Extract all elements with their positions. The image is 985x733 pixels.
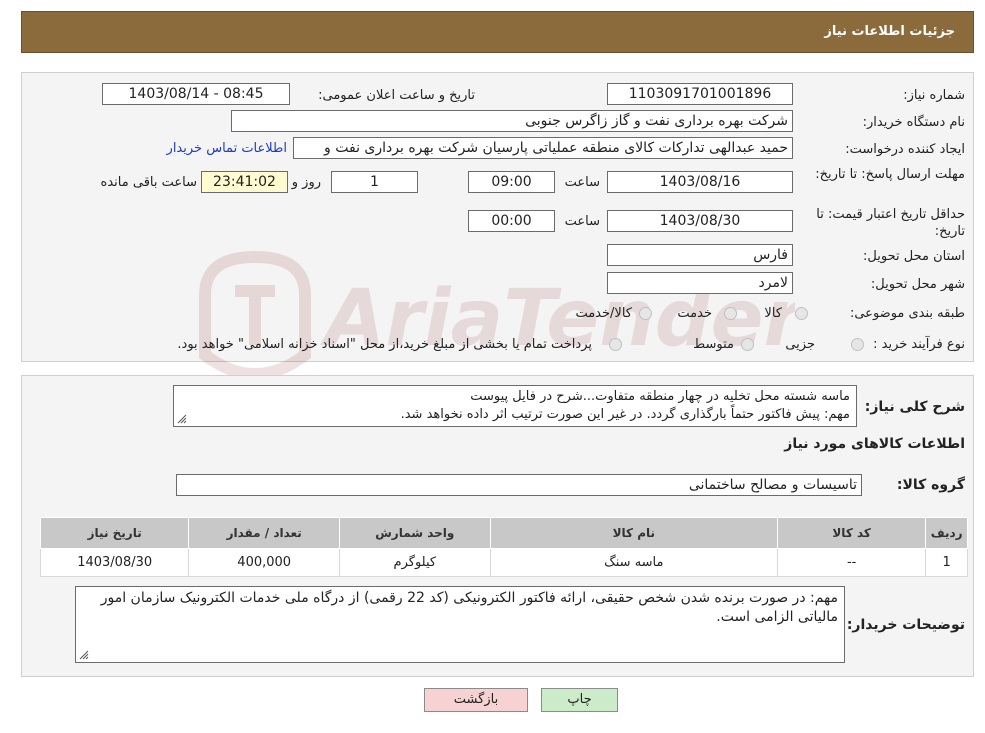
- back-button[interactable]: بازگشت: [424, 688, 528, 712]
- treasury-payment-checkbox[interactable]: [609, 338, 622, 351]
- cell-unit: کیلوگرم: [339, 548, 491, 577]
- cell-goods-name: ماسه سنگ: [489, 548, 778, 577]
- price-validity-time-field: 00:00: [468, 210, 555, 232]
- goods-info-title: اطلاعات کالاهای مورد نیاز: [784, 436, 965, 452]
- buyer-contact-link[interactable]: اطلاعات تماس خریدار: [167, 141, 287, 156]
- need-description-line-2: مهم: پیش فاکتور حتماً بارگذاری گردد. در …: [400, 407, 850, 422]
- deadline-label: مهلت ارسال پاسخ: تا تاریخ:: [815, 167, 965, 182]
- goods-table-header: ردیف کد کالا نام کالا واحد شمارش تعداد /…: [39, 517, 968, 549]
- cell-row-number: 1: [925, 548, 968, 577]
- table-row: 1 -- ماسه سنگ کیلوگرم 400,000 1403/08/30: [39, 548, 968, 577]
- announce-date-label: تاریخ و ساعت اعلان عمومی:: [318, 88, 475, 103]
- treasury-payment-note: پرداخت تمام یا بخشی از مبلغ خرید،از محل …: [177, 337, 592, 352]
- buyer-notes-label: توضیحات خریدار:: [846, 617, 965, 633]
- price-validity-date-field: 1403/08/30: [607, 210, 793, 232]
- buyer-org-field: شرکت بهره برداری نفت و گاز زاگرس جنوبی: [231, 110, 793, 132]
- creator-field: حمید عبدالهی تدارکات کالای منطقه عملیاتی…: [293, 137, 793, 159]
- resize-handle-icon[interactable]: [177, 414, 187, 424]
- print-button[interactable]: چاپ: [541, 688, 618, 712]
- remaining-time-label: ساعت باقی مانده: [100, 175, 197, 190]
- purchase-minor-label: جزیی: [785, 337, 815, 352]
- goods-group-field: تاسیسات و مصالح ساختمانی: [176, 474, 862, 496]
- col-quantity: تعداد / مقدار: [188, 517, 340, 549]
- buyer-org-label: نام دستگاه خریدار:: [862, 115, 965, 130]
- purchase-medium-radio[interactable]: [741, 338, 754, 351]
- category-service-label: خدمت: [677, 306, 712, 321]
- col-goods-name: نام کالا: [489, 517, 778, 549]
- need-number-label: شماره نیاز:: [903, 88, 965, 103]
- col-unit: واحد شمارش: [339, 517, 491, 549]
- deadline-time-field: 09:00: [468, 171, 555, 193]
- city-field: لامرد: [607, 272, 793, 294]
- days-remaining-field: 1: [331, 171, 418, 193]
- purchase-medium-label: متوسط: [693, 337, 734, 352]
- col-need-date: تاریخ نیاز: [39, 517, 190, 549]
- buyer-notes-textarea[interactable]: مهم: در صورت برنده شدن شخص حقیقی، ارائه …: [75, 586, 845, 663]
- col-row-number: ردیف: [925, 517, 968, 549]
- announce-date-field: 1403/08/14 - 08:45: [102, 83, 290, 105]
- days-label: روز و: [291, 175, 321, 190]
- province-label: استان محل تحویل:: [863, 249, 965, 264]
- page-header: جزئیات اطلاعات نیاز: [21, 11, 974, 53]
- resize-handle-icon[interactable]: [79, 650, 89, 660]
- deadline-date-field: 1403/08/16: [607, 171, 793, 193]
- deadline-time-label: ساعت: [564, 175, 600, 190]
- buyer-notes-text: مهم: در صورت برنده شدن شخص حقیقی، ارائه …: [100, 590, 838, 625]
- category-goods-service-radio[interactable]: [639, 307, 652, 320]
- col-goods-code: کد کالا: [776, 517, 927, 549]
- purchase-type-label: نوع فرآیند خرید :: [873, 337, 965, 352]
- need-description-textarea[interactable]: ماسه شسته محل تخلیه در چهار منطقه متفاوت…: [173, 385, 857, 427]
- category-goods-service-label: کالا/خدمت: [575, 306, 632, 321]
- city-label: شهر محل تحویل:: [870, 277, 965, 292]
- province-field: فارس: [607, 244, 793, 266]
- purchase-minor-radio[interactable]: [851, 338, 864, 351]
- cell-need-date: 1403/08/30: [39, 548, 190, 577]
- remaining-time-field: 23:41:02: [201, 171, 288, 193]
- need-description-label: شرح کلی نیاز:: [864, 399, 965, 415]
- page-title: جزئیات اطلاعات نیاز: [824, 24, 955, 39]
- price-validity-label: حداقل تاریخ اعتبار قیمت: تا تاریخ:: [816, 207, 965, 239]
- creator-label: ایجاد کننده درخواست:: [845, 142, 965, 157]
- category-goods-radio[interactable]: [795, 307, 808, 320]
- price-validity-time-label: ساعت: [564, 214, 600, 229]
- cell-quantity: 400,000: [188, 548, 340, 577]
- category-label: طبقه بندی موضوعی:: [849, 306, 965, 321]
- goods-group-label: گروه کالا:: [896, 477, 965, 493]
- goods-table: ردیف کد کالا نام کالا واحد شمارش تعداد /…: [39, 517, 968, 577]
- need-description-line-1: ماسه شسته محل تخلیه در چهار منطقه متفاوت…: [470, 389, 850, 404]
- category-goods-label: کالا: [764, 306, 782, 321]
- cell-goods-code: --: [776, 548, 927, 577]
- category-service-radio[interactable]: [724, 307, 737, 320]
- need-number-field: 1103091701001896: [607, 83, 793, 105]
